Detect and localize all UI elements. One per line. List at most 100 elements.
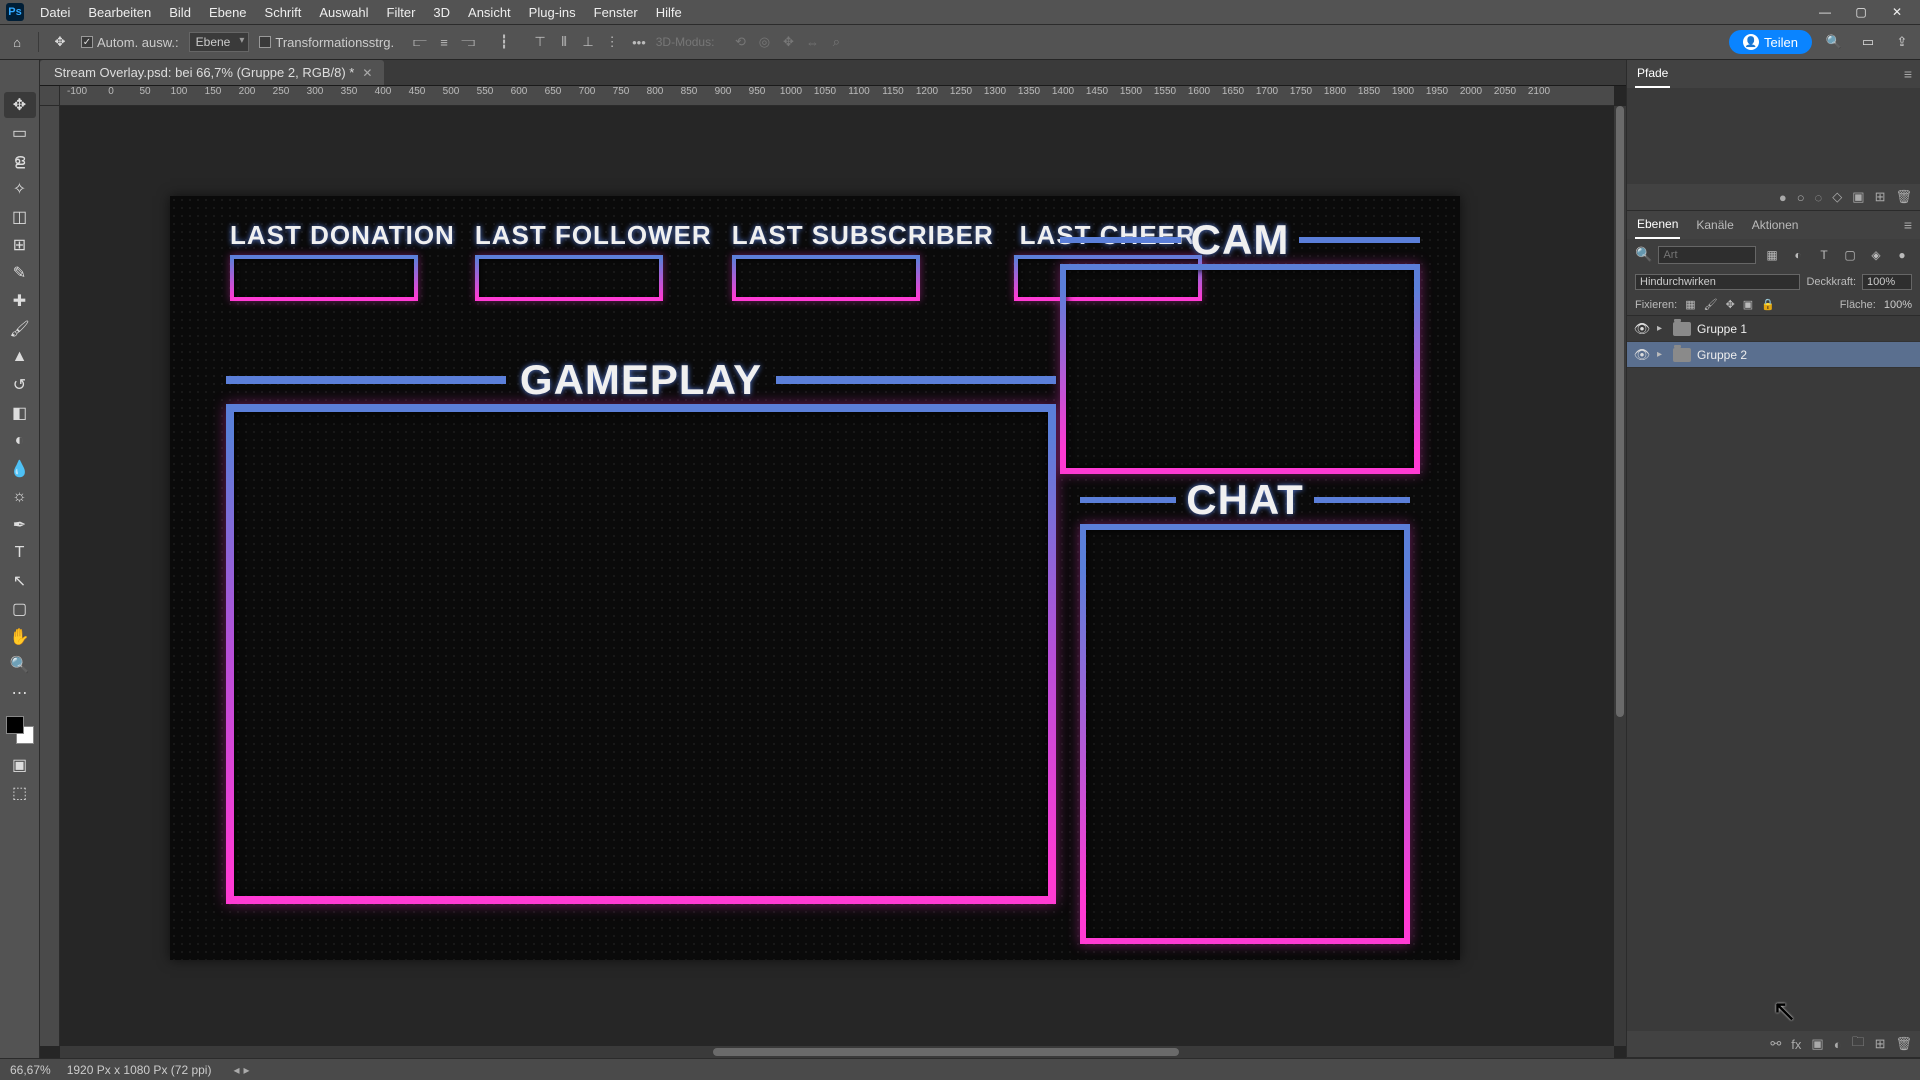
quick-mask-tool[interactable]: ▣ (4, 752, 36, 778)
tab-paths[interactable]: Pfade (1635, 60, 1670, 88)
roll-3d-icon[interactable]: ◎ (754, 32, 774, 52)
adjustment-layer-icon[interactable]: ◐ (1834, 1037, 1842, 1052)
tab-channels[interactable]: Kanäle (1694, 212, 1735, 238)
foreground-color-swatch[interactable] (6, 716, 24, 734)
history-brush-tool[interactable]: ↺ (4, 372, 36, 398)
ruler-origin[interactable] (40, 86, 60, 106)
align-center-h-icon[interactable]: ≡ (434, 32, 454, 52)
screen-mode-tool[interactable]: ⬚ (4, 780, 36, 806)
layer-fx-icon[interactable]: fx (1791, 1037, 1801, 1052)
menu-filter[interactable]: Filter (379, 2, 424, 23)
filter-pixel-icon[interactable]: ▦ (1762, 246, 1782, 264)
lock-position-icon[interactable]: ✥ (1726, 298, 1735, 311)
pen-tool[interactable]: ✒ (4, 512, 36, 538)
menu-type[interactable]: Schrift (257, 2, 310, 23)
artboard-canvas[interactable]: LAST DONATION LAST FOLLOWER LAST SUBSCRI… (170, 196, 1460, 960)
frame-tool[interactable]: ⊞ (4, 232, 36, 258)
orbit-3d-icon[interactable]: ⟲ (730, 32, 750, 52)
layer-list[interactable]: 👁▸Gruppe 1👁▸Gruppe 2 (1627, 316, 1920, 1031)
filter-smart-icon[interactable]: ◈ (1866, 246, 1886, 264)
document-tab[interactable]: Stream Overlay.psd: bei 66,7% (Gruppe 2,… (40, 60, 384, 85)
auto-select-checkbox[interactable]: Autom. ausw.: (81, 35, 179, 50)
layer-row[interactable]: 👁▸Gruppe 2 (1627, 342, 1920, 368)
shape-tool[interactable]: ▢ (4, 596, 36, 622)
new-path-icon[interactable]: ⊞ (1875, 189, 1886, 205)
more-options-icon[interactable]: ••• (632, 35, 646, 50)
ruler-horizontal[interactable]: -100050100150200250300350400450500550600… (60, 86, 1614, 106)
lock-paint-icon[interactable]: 🖌 (1704, 298, 1718, 311)
auto-select-dropdown[interactable]: Ebene (189, 32, 250, 52)
pan-3d-icon[interactable]: ✥ (778, 32, 798, 52)
scrollbar-vertical[interactable] (1614, 106, 1626, 1046)
menu-help[interactable]: Hilfe (648, 2, 690, 23)
search-icon[interactable]: 🔍 (1822, 30, 1846, 54)
home-icon[interactable]: ⌂ (6, 31, 28, 53)
close-tab-icon[interactable]: ✕ (362, 66, 372, 80)
new-group-icon[interactable]: 🗀 (1852, 1033, 1865, 1055)
hand-tool[interactable]: ✋ (4, 624, 36, 650)
layer-visibility-icon[interactable]: 👁 (1633, 347, 1651, 363)
window-close[interactable]: ✕ (1880, 2, 1914, 22)
link-layers-icon[interactable]: ⚯ (1770, 1036, 1781, 1052)
workspace-icon[interactable]: ▭ (1856, 30, 1880, 54)
clone-stamp-tool[interactable]: ▲ (4, 344, 36, 370)
menu-file[interactable]: Datei (32, 2, 78, 23)
align-top-icon[interactable]: ⊤ (530, 32, 550, 52)
move-tool[interactable]: ✥ (4, 92, 36, 118)
align-bottom-icon[interactable]: ⊥ (578, 32, 598, 52)
expand-arrow-icon[interactable]: ▸ (1657, 349, 1667, 360)
window-minimize[interactable]: — (1808, 2, 1842, 22)
scrollbar-thumb[interactable] (1616, 106, 1624, 717)
align-right-icon[interactable]: ⫎ (458, 32, 478, 52)
ruler-vertical[interactable] (40, 106, 60, 1046)
panel-menu-icon[interactable]: ≡ (1904, 217, 1912, 233)
fill-input[interactable]: 100% (1884, 299, 1912, 311)
align-center-v-icon[interactable]: ⫴ (554, 32, 574, 52)
export-icon[interactable]: ⇪ (1890, 30, 1914, 54)
path-select-tool[interactable]: ↖ (4, 568, 36, 594)
menu-layer[interactable]: Ebene (201, 2, 255, 23)
add-mask-icon[interactable]: ▣ (1811, 1036, 1823, 1052)
type-tool[interactable]: T (4, 540, 36, 566)
menu-window[interactable]: Fenster (586, 2, 646, 23)
zoom-tool[interactable]: 🔍 (4, 652, 36, 678)
align-more-icon[interactable]: ⋮ (602, 32, 622, 52)
dodge-tool[interactable]: ☼ (4, 484, 36, 510)
filter-adjust-icon[interactable]: ◐ (1788, 246, 1808, 264)
align-left-icon[interactable]: ⫍ (410, 32, 430, 52)
scrollbar-horizontal[interactable] (60, 1046, 1614, 1058)
brush-tool[interactable]: 🖌 (4, 316, 36, 342)
eyedropper-tool[interactable]: ✎ (4, 260, 36, 286)
zoom-level[interactable]: 66,67% (10, 1063, 51, 1077)
layer-row[interactable]: 👁▸Gruppe 1 (1627, 316, 1920, 342)
tab-layers[interactable]: Ebenen (1635, 211, 1680, 239)
path-from-selection-icon[interactable]: ◇ (1832, 189, 1842, 205)
lock-artboard-icon[interactable]: ▣ (1743, 298, 1753, 311)
layer-filter-input[interactable] (1658, 246, 1756, 264)
menu-view[interactable]: Ansicht (460, 2, 519, 23)
expand-arrow-icon[interactable]: ▸ (1657, 323, 1667, 334)
blend-mode-dropdown[interactable]: Hindurchwirken (1635, 274, 1800, 290)
transform-controls-checkbox[interactable]: Transformationsstrg. (259, 35, 394, 50)
share-button[interactable]: 👤 Teilen (1729, 30, 1812, 54)
selection-from-path-icon[interactable]: ◌ (1815, 190, 1823, 205)
delete-layer-icon[interactable]: 🗑 (1895, 1036, 1912, 1052)
lasso-tool[interactable]: ള (4, 148, 36, 174)
menu-select[interactable]: Auswahl (311, 2, 376, 23)
healing-brush-tool[interactable]: ✚ (4, 288, 36, 314)
menu-3d[interactable]: 3D (425, 2, 458, 23)
move-tool-icon[interactable]: ✥ (49, 31, 71, 53)
filter-toggle-icon[interactable]: ● (1892, 246, 1912, 264)
stroke-path-icon[interactable]: ○ (1797, 190, 1805, 205)
tab-actions[interactable]: Aktionen (1750, 212, 1801, 238)
delete-path-icon[interactable]: 🗑 (1895, 189, 1912, 205)
new-layer-icon[interactable]: ⊞ (1875, 1036, 1886, 1052)
magic-wand-tool[interactable]: ✧ (4, 176, 36, 202)
opacity-input[interactable]: 100% (1862, 274, 1912, 290)
edit-toolbar[interactable]: ⋯ (4, 680, 36, 706)
distribute-icon[interactable]: ┇ (494, 32, 514, 52)
status-prev-icon[interactable]: ◂ (233, 1063, 239, 1077)
lock-pixels-icon[interactable]: ▦ (1685, 298, 1695, 311)
crop-tool[interactable]: ◫ (4, 204, 36, 230)
menu-edit[interactable]: Bearbeiten (80, 2, 159, 23)
